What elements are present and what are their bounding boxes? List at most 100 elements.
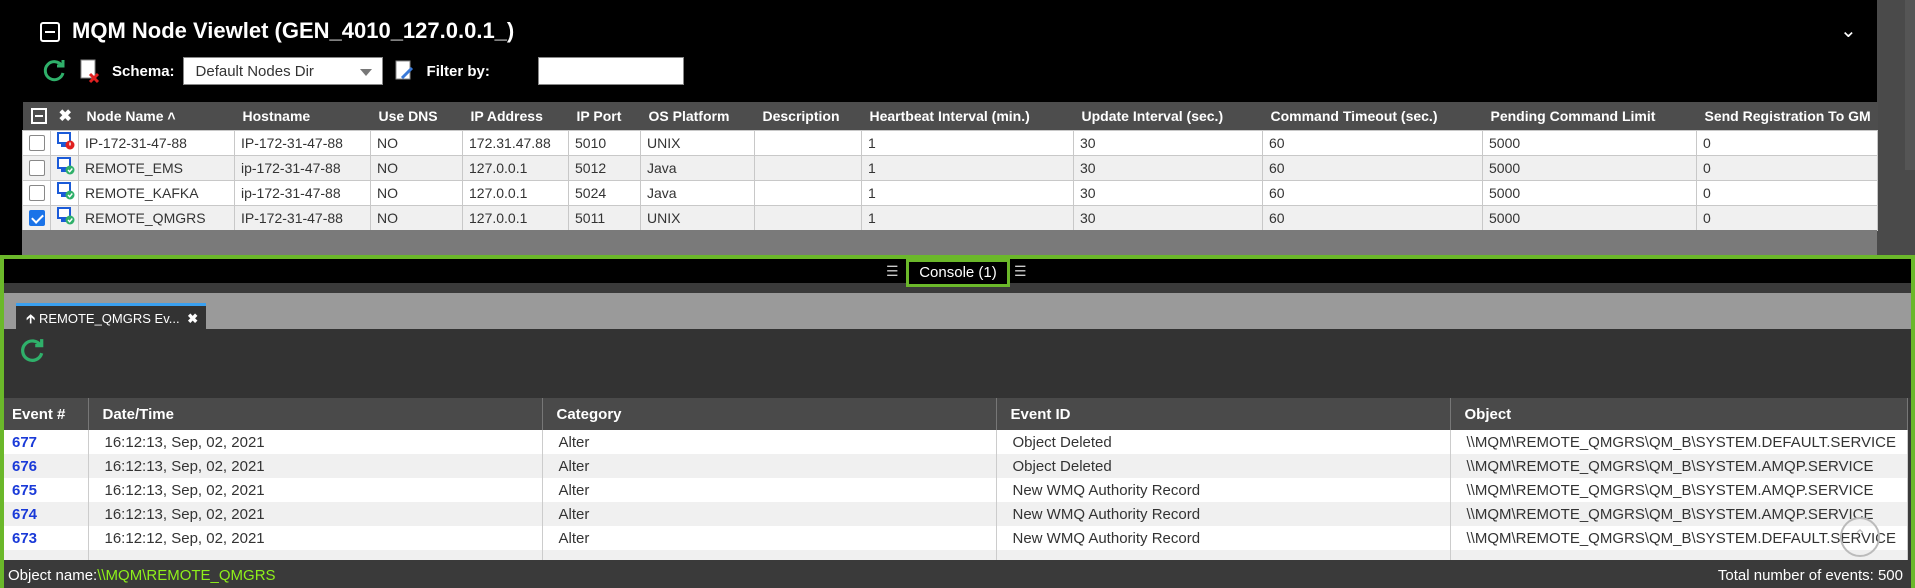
- heartbeat: 1: [861, 179, 1074, 206]
- scroll-top-button[interactable]: ⌃: [1840, 517, 1880, 557]
- close-icon[interactable]: ✖: [187, 311, 198, 326]
- node-ok-icon: [57, 207, 75, 225]
- ip-address: 172.31.47.88: [462, 129, 569, 156]
- event-number-link[interactable]: 677: [4, 430, 89, 454]
- node-ok-icon: [57, 182, 75, 200]
- status-prefix: Object name:: [8, 567, 98, 584]
- event-datetime: 16:12:12, Sep, 02, 2021: [88, 526, 543, 550]
- hostname: ip-172-31-47-88: [234, 179, 371, 206]
- table-row[interactable]: 675 16:12:13, Sep, 02, 2021 Alter New WM…: [4, 478, 1908, 502]
- command-timeout: 60: [1262, 129, 1483, 156]
- send-registration: 0: [1696, 154, 1878, 181]
- node-name: REMOTE_EMS: [78, 154, 235, 181]
- node-name: IP-172-31-47-88: [78, 129, 235, 156]
- total-events: Total number of events: 500: [1717, 567, 1903, 584]
- update-interval: 30: [1073, 154, 1263, 181]
- heartbeat: 1: [861, 204, 1074, 231]
- col-use-dns[interactable]: Use DNS: [370, 102, 463, 130]
- col-node-name[interactable]: Node Name ˄: [78, 102, 235, 130]
- table-row[interactable]: 673 16:12:12, Sep, 02, 2021 Alter New WM…: [4, 526, 1908, 550]
- console-menu-left-icon[interactable]: ☰: [886, 263, 899, 280]
- table-row[interactable]: REMOTE_QMGRS IP-172-31-47-88 NO 127.0.0.…: [22, 204, 1878, 231]
- col-ip-port[interactable]: IP Port: [568, 102, 641, 130]
- event-object: \\MQM\REMOTE_QMGRS\QM_B\SYSTEM.AMQP.SERV…: [1450, 454, 1908, 478]
- event-tab-label: REMOTE_QMGRS Ev...: [38, 311, 180, 326]
- os-platform: UNIX: [640, 204, 755, 231]
- chevron-down-icon[interactable]: ⌄: [1840, 18, 1857, 43]
- col-ip-address[interactable]: IP Address: [462, 102, 569, 130]
- col-command-timeout[interactable]: Command Timeout (sec.): [1262, 102, 1483, 130]
- row-checkbox[interactable]: [29, 160, 45, 177]
- console-tab[interactable]: Console (1): [906, 259, 1010, 287]
- refresh-icon[interactable]: [40, 57, 68, 85]
- col-os-platform[interactable]: OS Platform: [640, 102, 755, 130]
- command-timeout: 60: [1262, 179, 1483, 206]
- select-all-header[interactable]: [22, 102, 51, 130]
- heartbeat: 1: [861, 154, 1074, 181]
- pending-limit: 5000: [1482, 204, 1697, 231]
- col-event-id[interactable]: Event ID: [996, 398, 1451, 430]
- schema-select[interactable]: Default Nodes Dir: [182, 57, 383, 85]
- event-datetime: 16:12:13, Sep, 02, 2021: [88, 430, 543, 454]
- event-number-link[interactable]: 676: [4, 454, 89, 478]
- col-datetime[interactable]: Date/Time: [88, 398, 543, 430]
- filter-label: Filter by:: [426, 62, 490, 80]
- table-row[interactable]: REMOTE_EMS ip-172-31-47-88 NO 127.0.0.1 …: [22, 154, 1878, 181]
- col-pending-limit[interactable]: Pending Command Limit: [1482, 102, 1697, 130]
- event-object: \\MQM\REMOTE_QMGRS\QM_B\SYSTEM.DEFAULT.S…: [1450, 430, 1908, 454]
- event-tab[interactable]: 🡱 REMOTE_QMGRS Ev... ✖: [16, 303, 206, 329]
- send-registration: 0: [1696, 204, 1878, 231]
- col-description[interactable]: Description: [754, 102, 862, 130]
- use-dns: NO: [370, 129, 463, 156]
- page-scrollbar[interactable]: [1905, 0, 1915, 170]
- table-row-partial: [4, 550, 1908, 560]
- os-platform: UNIX: [640, 129, 755, 156]
- update-interval: 30: [1073, 204, 1263, 231]
- row-checkbox[interactable]: [29, 135, 45, 152]
- col-update-interval[interactable]: Update Interval (sec.): [1073, 102, 1263, 130]
- pending-limit: 5000: [1482, 179, 1697, 206]
- col-object[interactable]: Object: [1450, 398, 1908, 430]
- ip-address: 127.0.0.1: [462, 154, 569, 181]
- table-row[interactable]: 677 16:12:13, Sep, 02, 2021 Alter Object…: [4, 430, 1908, 454]
- col-send-registration[interactable]: Send Registration To GM: [1696, 102, 1878, 130]
- select-all-checkbox[interactable]: [30, 108, 47, 125]
- update-interval: 30: [1073, 179, 1263, 206]
- ip-port: 5011: [568, 204, 641, 231]
- table-row[interactable]: 674 16:12:13, Sep, 02, 2021 Alter New WM…: [4, 502, 1908, 526]
- event-object: \\MQM\REMOTE_QMGRS\QM_B\SYSTEM.AMQP.SERV…: [1450, 502, 1908, 526]
- event-number-link[interactable]: 674: [4, 502, 89, 526]
- row-checkbox[interactable]: [29, 210, 45, 227]
- table-row[interactable]: 676 16:12:13, Sep, 02, 2021 Alter Object…: [4, 454, 1908, 478]
- console-panel: ☰ Console (1) ☰ ••• 🡱 REMOTE_QMGRS Ev...…: [0, 255, 1915, 588]
- use-dns: NO: [370, 204, 463, 231]
- collapse-icon[interactable]: [40, 22, 60, 42]
- pending-limit: 5000: [1482, 129, 1697, 156]
- refresh-events-icon[interactable]: [18, 337, 46, 370]
- col-event-num[interactable]: Event #: [4, 398, 89, 430]
- event-datetime: 16:12:13, Sep, 02, 2021: [88, 478, 543, 502]
- node-table: ✖ Node Name ˄ Hostname Use DNS IP Addres…: [22, 102, 1878, 231]
- send-registration: 0: [1696, 179, 1878, 206]
- col-category[interactable]: Category: [542, 398, 997, 430]
- col-hostname[interactable]: Hostname: [234, 102, 371, 130]
- clear-selection-header[interactable]: ✖: [50, 102, 79, 130]
- col-heartbeat[interactable]: Heartbeat Interval (min.): [861, 102, 1074, 130]
- edit-schema-icon[interactable]: [391, 57, 419, 85]
- console-menu-right-icon[interactable]: ☰: [1014, 263, 1027, 280]
- event-category: Alter: [542, 478, 997, 502]
- node-error-icon: [57, 132, 75, 150]
- event-number-link[interactable]: 673: [4, 526, 89, 550]
- filter-input[interactable]: [537, 57, 684, 85]
- description: [754, 204, 862, 231]
- delete-document-icon[interactable]: [76, 57, 104, 85]
- event-category: Alter: [542, 502, 997, 526]
- event-id: New WMQ Authority Record: [996, 478, 1451, 502]
- description: [754, 179, 862, 206]
- row-checkbox[interactable]: [29, 185, 45, 202]
- table-row[interactable]: IP-172-31-47-88 IP-172-31-47-88 NO 172.3…: [22, 129, 1878, 156]
- hostname: ip-172-31-47-88: [234, 154, 371, 181]
- event-number-link[interactable]: 675: [4, 478, 89, 502]
- event-object: \\MQM\REMOTE_QMGRS\QM_B\SYSTEM.AMQP.SERV…: [1450, 478, 1908, 502]
- table-row[interactable]: REMOTE_KAFKA ip-172-31-47-88 NO 127.0.0.…: [22, 179, 1878, 206]
